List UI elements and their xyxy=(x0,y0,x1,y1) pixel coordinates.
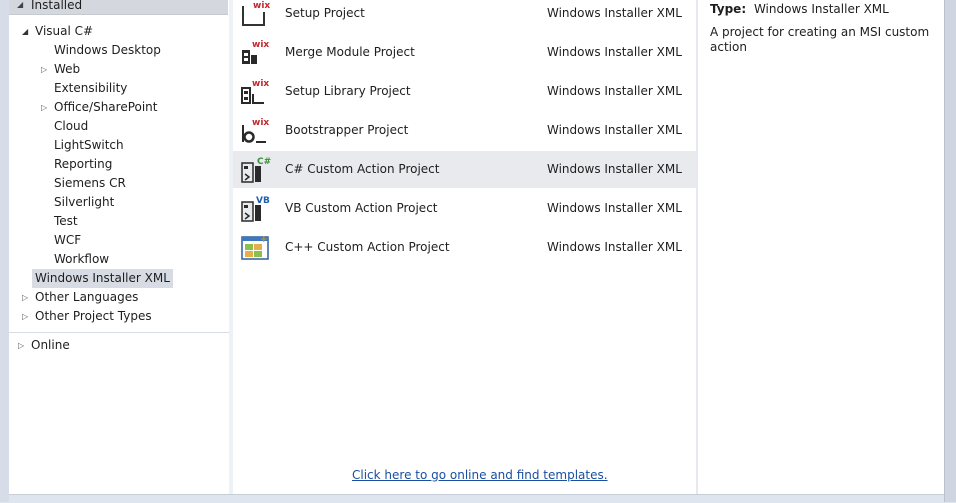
template-name: VB Custom Action Project xyxy=(285,201,438,215)
tree-item-label: Visual C# xyxy=(35,24,94,38)
tree-item-label: Silverlight xyxy=(54,195,115,209)
tree-item-test[interactable]: Test xyxy=(54,212,78,231)
template-type: Windows Installer XML xyxy=(547,162,682,176)
tree-item-label: Windows Installer XML xyxy=(35,271,170,285)
tree-item-windows-installer-xml[interactable]: Windows Installer XML xyxy=(32,269,173,288)
dialog-right-border xyxy=(944,0,956,502)
expanded-arrow-icon[interactable]: ◢ xyxy=(17,0,23,9)
tree-item-label: Reporting xyxy=(54,157,113,171)
svg-text:+: + xyxy=(260,235,268,245)
tree-item-label: Other Project Types xyxy=(35,309,152,323)
tree-item-windows-desktop[interactable]: Windows Desktop xyxy=(54,41,161,60)
template-name: C++ Custom Action Project xyxy=(285,240,450,254)
tree-item-silverlight[interactable]: Silverlight xyxy=(54,193,114,212)
tree-installed-header[interactable]: ◢ Installed xyxy=(9,0,228,15)
tree-item-label: WCF xyxy=(54,233,82,247)
template-row-cpp-custom-action[interactable]: + C++ Custom Action Project Windows Inst… xyxy=(233,229,696,266)
tree-item-cloud[interactable]: Cloud xyxy=(54,117,88,136)
online-templates-link[interactable]: Click here to go online and find templat… xyxy=(352,468,608,482)
template-type: Windows Installer XML xyxy=(547,123,682,137)
wix-setup-library-icon: wix xyxy=(241,79,269,104)
template-name: Setup Library Project xyxy=(285,84,411,98)
tree-item-label: Cloud xyxy=(54,119,89,133)
svg-text:wix: wix xyxy=(252,40,269,50)
details-type-line: Type: Windows Installer XML xyxy=(710,2,889,16)
template-row-vb-custom-action[interactable]: VB VB Custom Action Project Windows Inst… xyxy=(233,190,696,227)
template-name: Setup Project xyxy=(285,6,365,20)
tree-item-label: LightSwitch xyxy=(54,138,124,152)
tree-item-label: Workflow xyxy=(54,252,110,266)
cpp-custom-action-icon: + xyxy=(241,235,269,260)
svg-text:VB: VB xyxy=(256,196,270,206)
tree-item-label: Web xyxy=(54,62,81,76)
csharp-custom-action-icon: C# xyxy=(241,157,271,183)
tree-item-label: Test xyxy=(54,214,78,228)
expanded-arrow-icon[interactable]: ◢ xyxy=(22,22,28,41)
installed-label: Installed xyxy=(31,0,83,12)
template-type: Windows Installer XML xyxy=(547,240,682,254)
details-type-key: Type: xyxy=(710,2,747,16)
tree-item-extensibility[interactable]: Extensibility xyxy=(54,79,127,98)
template-type: Windows Installer XML xyxy=(547,84,682,98)
template-name: C# Custom Action Project xyxy=(285,162,440,176)
template-row-setup-library[interactable]: wix Setup Library Project Windows Instal… xyxy=(233,73,696,110)
wix-setup-icon: wix xyxy=(242,1,270,26)
template-row-bootstrapper[interactable]: wix Bootstrapper Project Windows Install… xyxy=(233,112,696,149)
svg-text:wix: wix xyxy=(253,1,270,11)
tree-item-label: Online xyxy=(31,338,70,352)
template-list: wix Setup Project Windows Installer XML … xyxy=(233,0,696,494)
template-row-csharp-custom-action[interactable]: C# C# Custom Action Project Windows Inst… xyxy=(233,151,696,188)
template-name: Bootstrapper Project xyxy=(285,123,409,137)
collapsed-arrow-icon[interactable]: ▷ xyxy=(41,98,47,117)
template-details-pane: Type: Windows Installer XML A project fo… xyxy=(698,0,944,494)
svg-text:wix: wix xyxy=(252,79,269,89)
vb-custom-action-icon: VB xyxy=(241,196,270,222)
tree-item-label: Siemens CR xyxy=(54,176,126,190)
tree-item-label: Other Languages xyxy=(35,290,139,304)
collapsed-arrow-icon[interactable]: ▷ xyxy=(18,336,24,355)
tree-item-label: Extensibility xyxy=(54,81,128,95)
template-type: Windows Installer XML xyxy=(547,201,682,215)
wix-bootstrapper-icon: wix xyxy=(242,118,269,143)
tree-item-workflow[interactable]: Workflow xyxy=(54,250,109,269)
template-row-merge-module[interactable]: wix Merge Module Project Windows Install… xyxy=(233,34,696,71)
category-tree: ◢ Installed ◢ Visual C# Windows Desktop … xyxy=(9,0,229,494)
tree-item-lightswitch[interactable]: LightSwitch xyxy=(54,136,124,155)
collapsed-arrow-icon[interactable]: ▷ xyxy=(22,288,28,307)
tree-item-siemens-cr[interactable]: Siemens CR xyxy=(54,174,126,193)
template-type: Windows Installer XML xyxy=(547,6,682,20)
svg-text:C#: C# xyxy=(257,157,271,167)
tree-item-label: Office/SharePoint xyxy=(54,100,158,114)
tree-online-section: ▷ Online xyxy=(9,333,229,494)
svg-text:wix: wix xyxy=(252,118,269,128)
wix-merge-module-icon: wix xyxy=(242,40,269,64)
template-row-setup-project[interactable]: wix Setup Project Windows Installer XML xyxy=(233,0,696,32)
collapsed-arrow-icon[interactable]: ▷ xyxy=(22,307,28,326)
tree-item-wcf[interactable]: WCF xyxy=(54,231,81,250)
details-description: A project for creating an MSI custom act… xyxy=(710,25,930,54)
tree-item-reporting[interactable]: Reporting xyxy=(54,155,112,174)
collapsed-arrow-icon[interactable]: ▷ xyxy=(41,60,47,79)
tree-item-label: Windows Desktop xyxy=(54,43,161,57)
template-type: Windows Installer XML xyxy=(547,45,682,59)
template-name: Merge Module Project xyxy=(285,45,415,59)
details-type-value: Windows Installer XML xyxy=(753,2,889,16)
